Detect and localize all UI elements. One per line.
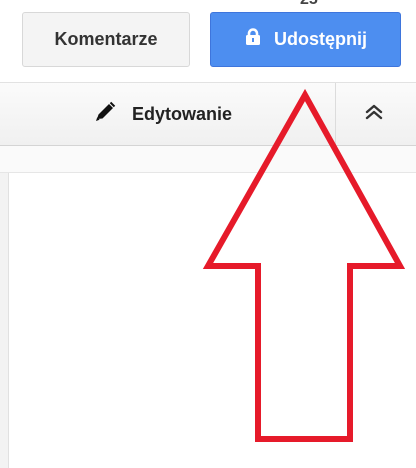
toolbar-divider xyxy=(335,83,336,145)
chevron-up-double-icon xyxy=(363,102,385,127)
ruler-strip xyxy=(0,146,416,173)
document-page[interactable] xyxy=(8,173,416,468)
share-button[interactable]: Udostępnij xyxy=(210,12,401,67)
editing-mode-label: Edytowanie xyxy=(132,103,233,124)
editing-mode-button[interactable]: Edytowanie xyxy=(86,91,282,137)
top-partial-text: 25 xyxy=(300,0,318,9)
top-bar: 25 Komentarze Udostępnij xyxy=(0,0,416,82)
share-label: Udostępnij xyxy=(274,29,367,49)
comments-button[interactable]: Komentarze xyxy=(22,12,190,67)
editing-toolbar: Edytowanie xyxy=(0,82,416,146)
lock-icon xyxy=(244,27,262,52)
document-editor-header: 25 Komentarze Udostępnij Edyto xyxy=(0,0,416,468)
pencil-icon xyxy=(94,101,116,128)
collapse-toolbar-button[interactable] xyxy=(344,94,404,134)
